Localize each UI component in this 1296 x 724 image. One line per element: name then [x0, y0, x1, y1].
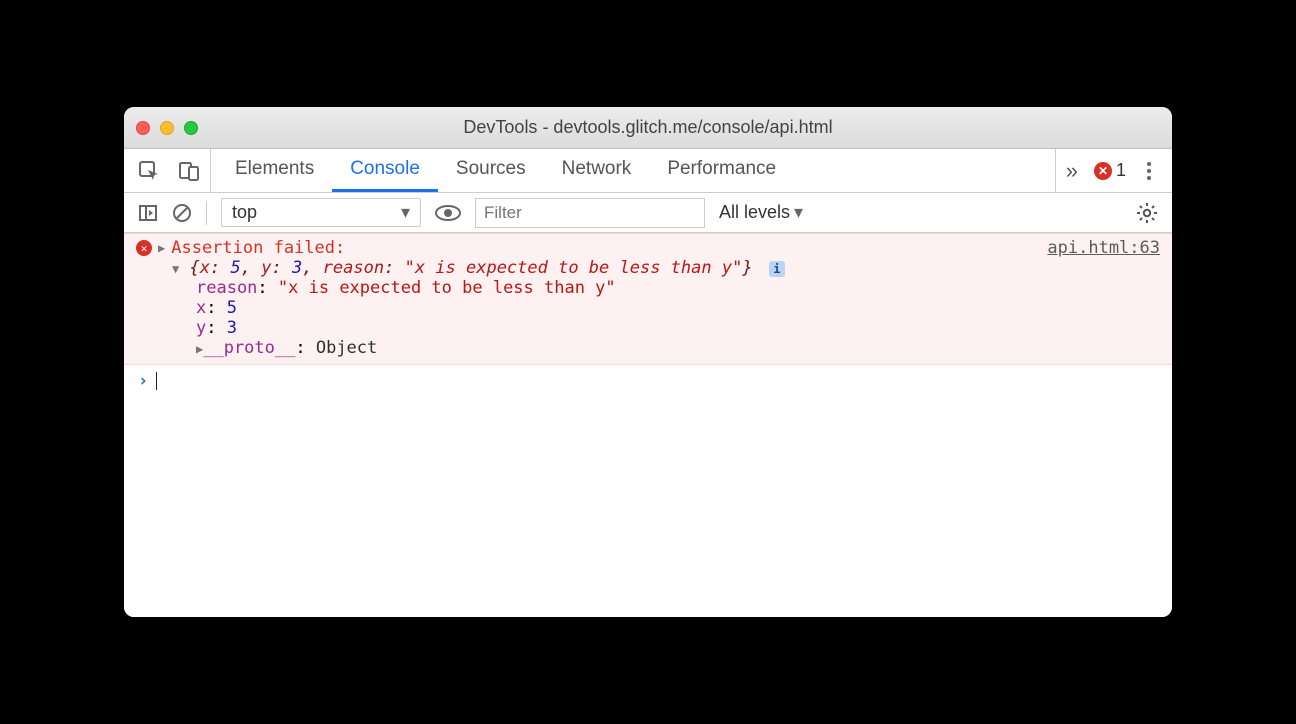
key-x: x	[200, 258, 210, 278]
clear-console-icon[interactable]	[172, 203, 192, 223]
live-expression-icon[interactable]	[435, 204, 461, 222]
val-reason: "x is expected to be less than y"	[405, 258, 743, 278]
tab-sources[interactable]: Sources	[438, 149, 544, 192]
object-summary[interactable]: ▼ {x: 5, y: 3, reason: "x is expected to…	[136, 258, 1160, 278]
brace-open: {	[189, 258, 199, 278]
close-window-button[interactable]	[136, 121, 150, 135]
collapse-arrow-icon[interactable]: ▼	[172, 262, 179, 276]
prop-row-y[interactable]: y: 3	[196, 318, 1160, 338]
tab-icons	[138, 149, 211, 192]
info-icon[interactable]: i	[769, 261, 785, 277]
key-y: y	[261, 258, 271, 278]
more-tabs-icon[interactable]: »	[1066, 158, 1080, 184]
prop-row-proto[interactable]: ▶ __proto__: Object	[196, 338, 1160, 358]
console-error-entry: ✕ ▶ Assertion failed: api.html:63 ▼ {x: …	[124, 233, 1172, 365]
brace-close: }	[742, 258, 752, 278]
key-reason: reason	[323, 258, 384, 278]
inspect-icon[interactable]	[138, 160, 160, 182]
context-selector[interactable]: top ▾	[221, 198, 421, 227]
val-y: 3	[292, 258, 302, 278]
source-link[interactable]: api.html:63	[1047, 238, 1160, 258]
console-output: ✕ ▶ Assertion failed: api.html:63 ▼ {x: …	[124, 233, 1172, 617]
divider	[206, 201, 207, 225]
chevron-down-icon: ▾	[401, 202, 410, 223]
prompt-chevron-icon: ›	[138, 371, 148, 391]
expand-arrow-icon[interactable]: ▶	[158, 241, 165, 255]
tab-elements[interactable]: Elements	[217, 149, 332, 192]
tab-list: Elements Console Sources Network Perform…	[217, 149, 794, 192]
settings-kebab-icon[interactable]	[1140, 162, 1158, 180]
context-value: top	[232, 202, 257, 223]
error-icon: ✕	[1094, 162, 1112, 180]
log-levels-selector[interactable]: All levels ▾	[719, 202, 803, 223]
window-title: DevTools - devtools.glitch.me/console/ap…	[124, 117, 1172, 138]
main-tabs: Elements Console Sources Network Perform…	[124, 149, 1172, 193]
filter-input[interactable]	[475, 198, 705, 228]
error-count: 1	[1116, 160, 1126, 181]
assertion-label: Assertion failed:	[171, 238, 345, 258]
object-expanded: reason: "x is expected to be less than y…	[136, 278, 1160, 358]
chevron-down-icon: ▾	[794, 202, 803, 223]
console-prompt[interactable]: ›	[124, 365, 1172, 397]
zoom-window-button[interactable]	[184, 121, 198, 135]
toggle-drawer-icon[interactable]	[138, 203, 158, 223]
titlebar: DevTools - devtools.glitch.me/console/ap…	[124, 107, 1172, 149]
console-settings-icon[interactable]	[1136, 202, 1158, 224]
tab-performance[interactable]: Performance	[649, 149, 794, 192]
error-count-badge[interactable]: ✕ 1	[1094, 160, 1126, 181]
prop-row-reason[interactable]: reason: "x is expected to be less than y…	[196, 278, 1160, 298]
window-controls	[136, 121, 198, 135]
error-badge-icon: ✕	[136, 240, 152, 256]
devtools-window: DevTools - devtools.glitch.me/console/ap…	[124, 107, 1172, 617]
error-header-row[interactable]: ✕ ▶ Assertion failed: api.html:63	[136, 238, 1160, 258]
tab-network[interactable]: Network	[544, 149, 650, 192]
prop-row-x[interactable]: x: 5	[196, 298, 1160, 318]
minimize-window-button[interactable]	[160, 121, 174, 135]
device-toggle-icon[interactable]	[178, 160, 200, 182]
console-toolbar: top ▾ All levels ▾	[124, 193, 1172, 233]
log-levels-label: All levels	[719, 202, 790, 223]
text-cursor	[156, 372, 157, 390]
tab-console[interactable]: Console	[332, 149, 438, 192]
val-x: 5	[230, 258, 240, 278]
